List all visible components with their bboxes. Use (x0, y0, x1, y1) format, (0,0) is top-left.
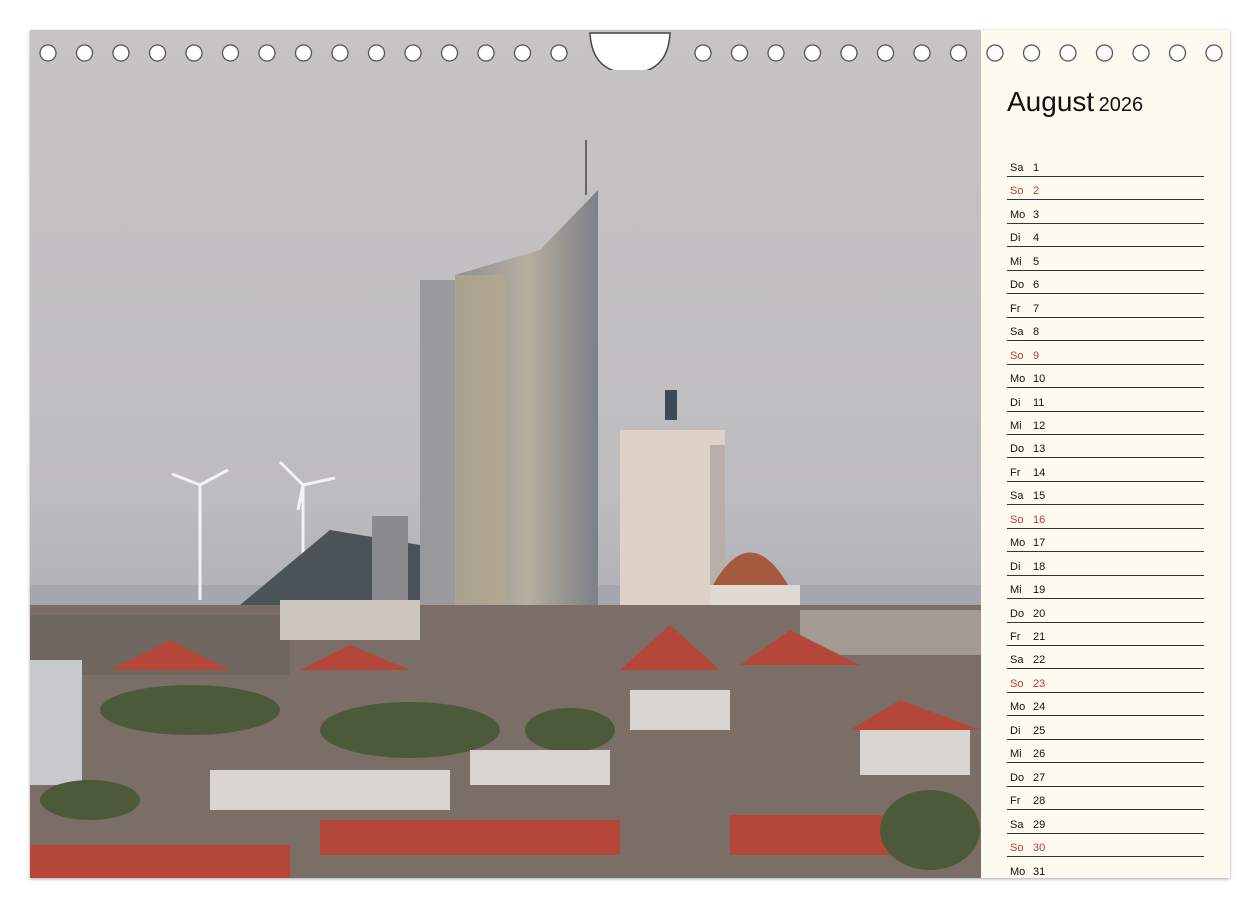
day-row: Mo 17 (1007, 529, 1204, 553)
binding-hole (1059, 44, 1077, 62)
day-row: Sa 1 (1007, 154, 1204, 177)
day-row: Do 6 (1007, 271, 1204, 295)
day-row: Fr 28 (1007, 787, 1204, 811)
binding-hole (803, 44, 822, 62)
binding-hole (767, 44, 785, 62)
binding-hole (840, 44, 858, 62)
hanger-notch (589, 32, 671, 70)
weekday-label: Mo (1010, 865, 1026, 878)
day-row: So 16 (1007, 506, 1204, 529)
binding-hole (477, 44, 495, 62)
day-row: Mi 5 (1007, 248, 1204, 271)
binding-hole (112, 44, 130, 62)
day-row: Di 18 (1007, 553, 1204, 576)
binding-hole (440, 44, 459, 62)
day-row: Mi 26 (1007, 740, 1204, 764)
binding-hole (730, 44, 749, 62)
calendar-sidebar: August 2026 Sa 1 So 2 Mo 3 Di 4 Mi 5 Do 6 Fr 7 Sa 8 So 9 M… (981, 30, 1230, 878)
binding-hole (1022, 44, 1041, 62)
day-row: Sa 8 (1007, 318, 1204, 342)
binding-hole (1132, 44, 1150, 62)
binding-hole (221, 44, 240, 62)
binding-hole (1205, 44, 1223, 62)
binding-hole (949, 44, 968, 62)
binding-hole (513, 44, 532, 62)
day-row: Mi 19 (1007, 576, 1204, 600)
day-row: Do 27 (1007, 764, 1204, 787)
calendar-page: August 2026 Sa 1 So 2 Mo 3 Di 4 Mi 5 Do 6 Fr 7 Sa 8 So 9 M… (30, 30, 1230, 878)
month-title: August 2026 (1007, 86, 1143, 118)
day-row: Sa 15 (1007, 482, 1204, 506)
binding-hole (1095, 44, 1114, 62)
day-row: Di 11 (1007, 389, 1204, 412)
day-row: Fr 14 (1007, 459, 1204, 482)
year-label: 2026 (1098, 94, 1144, 116)
month-name: August (1007, 86, 1095, 117)
binding-hole (1168, 44, 1187, 62)
day-row: Mi 12 (1007, 412, 1204, 435)
binding-hole (404, 44, 422, 62)
binding-hole (694, 44, 712, 62)
day-row: Mo 10 (1007, 365, 1204, 389)
binding-hole (294, 44, 313, 62)
binding-hole (876, 44, 895, 62)
day-row: Mo 31 (1007, 858, 1204, 879)
binding-hole (75, 44, 94, 62)
day-row: Di 25 (1007, 717, 1204, 740)
day-row: So 23 (1007, 670, 1204, 693)
day-row: So 30 (1007, 834, 1204, 858)
day-row: Do 13 (1007, 435, 1204, 459)
binding-hole (331, 44, 349, 62)
binding-hole (39, 44, 57, 62)
binding-hole (185, 44, 203, 62)
day-row: So 2 (1007, 177, 1204, 201)
day-row: Mo 3 (1007, 201, 1204, 224)
binding-hole (367, 44, 386, 62)
day-row: Mo 24 (1007, 693, 1204, 717)
binding-hole (913, 44, 931, 62)
binding-hole (550, 44, 568, 62)
binding-hole (986, 44, 1004, 62)
day-row: Fr 7 (1007, 295, 1204, 318)
binding-hole (258, 44, 276, 62)
day-row: Sa 22 (1007, 646, 1204, 670)
day-row: Sa 29 (1007, 811, 1204, 834)
day-row: Di 4 (1007, 224, 1204, 248)
day-number: 31 (1033, 865, 1046, 878)
city-skyline-photo (30, 30, 981, 878)
binding-hole (148, 44, 167, 62)
binding-holes (39, 32, 1223, 70)
day-row: Fr 21 (1007, 623, 1204, 646)
day-row: Do 20 (1007, 600, 1204, 623)
day-row: So 9 (1007, 342, 1204, 365)
